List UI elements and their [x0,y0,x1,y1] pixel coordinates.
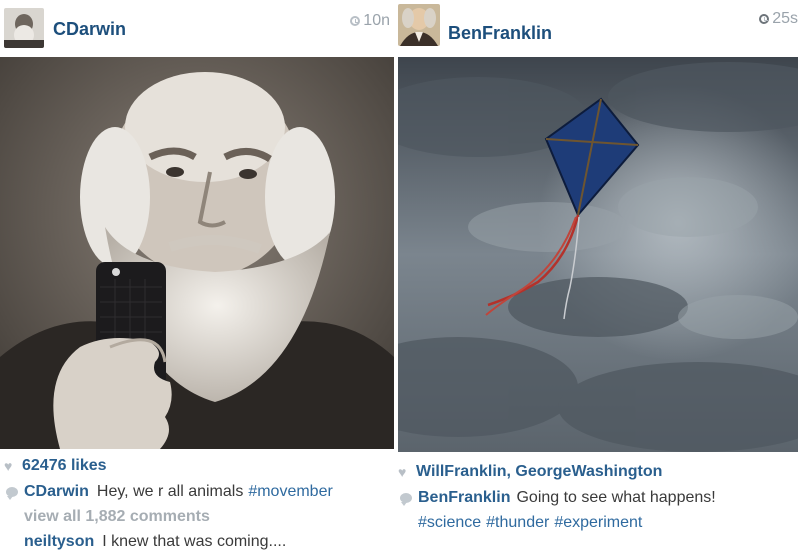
comment-row: neiltyson I knew that was coming.... [24,533,394,550]
caption-row: BenFranklin Going to see what happens! [398,489,800,507]
view-all-row: view all 1,882 comments [24,508,394,526]
hashtag[interactable]: #science [418,514,481,532]
username[interactable]: BenFranklin [448,23,552,44]
post-photo[interactable] [0,57,394,449]
avatar[interactable] [4,8,44,48]
time-label: 10n [363,12,390,29]
post-header: BenFranklin 25s [396,0,800,56]
likes-row: ♥ 62476 likes [4,457,394,475]
caption-user[interactable]: BenFranklin [418,489,510,507]
post-photo[interactable] [398,57,798,452]
comment-user[interactable]: neiltyson [24,533,94,550]
post-benfranklin: BenFranklin 25s ♥ WillFranklin, GeorgeWa… [396,0,800,550]
post-cdarwin: CDarwin 10n ♥ 62476 likes CDarwin Hey, w… [0,0,394,550]
comment-icon [400,493,412,506]
username[interactable]: CDarwin [53,19,126,40]
hashtag[interactable]: #experiment [554,514,642,532]
likers[interactable]: WillFranklin, GeorgeWashington [416,463,662,481]
timestamp: 25s [759,10,798,28]
hashtags-row: #science #thunder #experiment [418,514,800,532]
timestamp: 10n [350,12,390,30]
heart-icon[interactable]: ♥ [398,464,416,480]
heart-icon[interactable]: ♥ [4,458,22,474]
view-all-comments-link[interactable]: view all 1,882 comments [24,508,210,526]
hashtag[interactable]: #thunder [486,514,549,532]
likes-row: ♥ WillFranklin, GeorgeWashington [398,463,800,481]
clock-icon [759,14,770,24]
avatar[interactable] [398,4,440,46]
caption-user[interactable]: CDarwin [24,483,89,501]
post-header: CDarwin 10n [0,0,394,56]
likes-count[interactable]: 62476 likes [22,457,107,475]
comment-icon [6,487,18,500]
caption-text: Hey, we r all animals [96,483,244,500]
caption-hashtag[interactable]: #movember [248,483,332,501]
comment-text: I knew that was coming.... [102,533,287,550]
caption-text: Going to see what happens! [516,489,716,506]
time-label: 25s [772,10,798,27]
clock-icon [350,16,361,26]
caption-row: CDarwin Hey, we r all animals #movember [4,483,394,501]
